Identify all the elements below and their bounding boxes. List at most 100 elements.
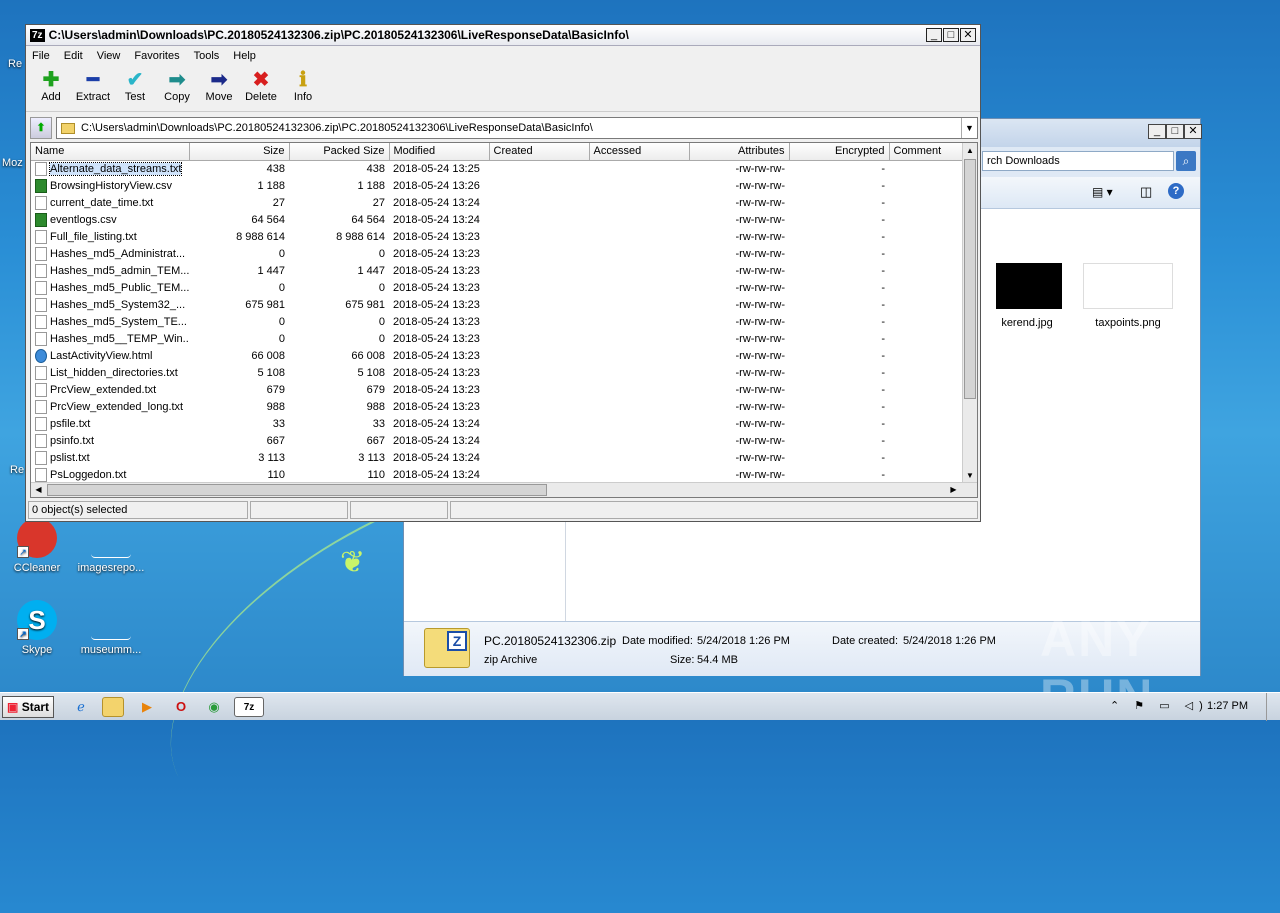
table-row[interactable]: PrcView_extended_long.txt 988 988 2018-05-2… bbox=[31, 398, 965, 415]
table-row[interactable]: psfile.txt 33 33 2018-05-24 13:24 -rw-rw-rw-… bbox=[31, 415, 965, 432]
menu-favorites[interactable]: Favorites bbox=[134, 50, 179, 62]
table-cell bbox=[589, 262, 689, 279]
column-header-size[interactable]: Size bbox=[189, 143, 290, 161]
details-modified: 5/24/2018 1:26 PM bbox=[697, 635, 790, 647]
table-row[interactable]: PsLoggedon.txt 110 110 2018-05-24 13:24 -rw-… bbox=[31, 466, 965, 483]
menu-help[interactable]: Help bbox=[233, 50, 256, 62]
file-explorer-icon[interactable] bbox=[102, 697, 124, 717]
column-header-comment[interactable]: Comment bbox=[889, 143, 966, 161]
show-desktop-button[interactable] bbox=[1266, 693, 1280, 721]
table-row[interactable]: Hashes_md5_System_TE... 0 0 2018-05-24 13:2… bbox=[31, 313, 965, 330]
add-button[interactable]: ✚ Add bbox=[32, 66, 70, 111]
column-header-modified[interactable]: Modified bbox=[389, 143, 490, 161]
table-cell: 0 bbox=[378, 315, 385, 328]
desktop-icon-label: museumm... bbox=[80, 644, 142, 656]
table-row[interactable]: List_hidden_directories.txt 5 108 5 108 201… bbox=[31, 364, 965, 381]
vertical-scrollbar[interactable]: ▲ ▼ bbox=[962, 143, 977, 483]
internet-explorer-icon[interactable]: ℯ bbox=[70, 697, 92, 717]
table-cell: - bbox=[881, 196, 885, 209]
copy-button[interactable]: ➡ Copy bbox=[158, 66, 196, 111]
table-row[interactable]: pslist.txt 3 113 3 113 2018-05-24 13:24 -rw-… bbox=[31, 449, 965, 466]
minimize-button[interactable]: _ bbox=[926, 28, 942, 42]
desktop-icon-imagesrepo[interactable]: imagesrepo... bbox=[76, 518, 146, 574]
table-cell: 2018-05-24 13:23 bbox=[393, 281, 480, 294]
address-input[interactable]: C:\Users\admin\Downloads\PC.201805241323… bbox=[56, 117, 978, 139]
column-header-encrypted[interactable]: Encrypted bbox=[789, 143, 890, 161]
menu-file[interactable]: File bbox=[32, 50, 50, 62]
sevenzip-taskbar-icon[interactable]: 7z bbox=[234, 697, 264, 717]
menu-edit[interactable]: Edit bbox=[64, 50, 83, 62]
file-thumbnail[interactable]: taxpoints.png bbox=[1080, 263, 1176, 329]
scroll-left-icon[interactable]: ◀ bbox=[31, 483, 46, 497]
start-button[interactable]: ▣ Start bbox=[2, 696, 54, 718]
media-player-icon[interactable]: ▶ bbox=[136, 697, 158, 717]
desktop-edge-label: Re bbox=[8, 58, 23, 70]
test-button[interactable]: ✔ Test bbox=[116, 66, 154, 111]
file-name-cell: Hashes_md5_System_TE... bbox=[31, 313, 189, 330]
table-row[interactable]: psinfo.txt 667 667 2018-05-24 13:24 -rw-rw-r… bbox=[31, 432, 965, 449]
table-row[interactable]: PrcView_extended.txt 679 679 2018-05-24 13:… bbox=[31, 381, 965, 398]
scrollbar-thumb[interactable] bbox=[964, 159, 976, 399]
table-cell: 2018-05-24 13:23 bbox=[393, 315, 480, 328]
desktop-icon-ccleaner[interactable]: ↗ CCleaner bbox=[2, 518, 72, 574]
table-cell bbox=[489, 381, 589, 398]
view-options-icon[interactable]: ▤ ▾ bbox=[1092, 185, 1113, 199]
delete-button[interactable]: ✖ Delete bbox=[242, 66, 280, 111]
close-button[interactable]: ✕ bbox=[960, 28, 976, 42]
menu-tools[interactable]: Tools bbox=[194, 50, 220, 62]
clock[interactable]: 1:27 PM bbox=[1207, 700, 1248, 712]
extract-button[interactable]: ━ Extract bbox=[74, 66, 112, 111]
table-cell: 5 108 bbox=[357, 366, 385, 379]
minimize-button[interactable]: _ bbox=[1148, 124, 1166, 139]
column-header-created[interactable]: Created bbox=[489, 143, 590, 161]
table-cell: -rw-rw-rw- bbox=[735, 247, 785, 260]
maximize-button[interactable]: □ bbox=[1166, 124, 1184, 139]
table-row[interactable]: Hashes_md5_System32_... 675 981 675 981 201… bbox=[31, 296, 965, 313]
preview-pane-icon[interactable]: ◫ bbox=[1140, 184, 1152, 200]
table-cell: -rw-rw-rw- bbox=[735, 264, 785, 277]
tray-icons[interactable]: ⌃ ⚑ ▭ ◁) bbox=[1110, 699, 1209, 712]
scroll-up-icon[interactable]: ▲ bbox=[963, 143, 977, 158]
chevron-down-icon[interactable]: ▼ bbox=[961, 118, 977, 138]
table-row[interactable]: Hashes_md5_Administrat... 0 0 2018-05-24 13… bbox=[31, 245, 965, 262]
opera-icon[interactable]: O bbox=[170, 697, 192, 717]
scroll-down-icon[interactable]: ▼ bbox=[963, 468, 977, 483]
menu-view[interactable]: View bbox=[97, 50, 121, 62]
scroll-right-icon[interactable]: ▶ bbox=[946, 483, 961, 497]
text-file-icon bbox=[35, 314, 47, 329]
search-icon[interactable]: ⌕ bbox=[1176, 151, 1196, 171]
scrollbar-thumb[interactable] bbox=[47, 484, 547, 496]
info-button[interactable]: ℹ Info bbox=[284, 66, 322, 111]
table-row[interactable]: BrowsingHistoryView.csv 1 188 1 188 2018-05… bbox=[31, 177, 965, 194]
table-row[interactable]: Hashes_md5__TEMP_Win... 0 0 2018-05-24 13:2… bbox=[31, 330, 965, 347]
table-cell: 0 bbox=[278, 247, 285, 260]
table-cell: -rw-rw-rw- bbox=[735, 332, 785, 345]
column-header-packed-size[interactable]: Packed Size bbox=[289, 143, 390, 161]
table-row[interactable]: Alternate_data_streams.txt 438 438 2018-05-… bbox=[31, 160, 965, 177]
up-folder-icon[interactable]: ⬆ bbox=[30, 117, 52, 139]
search-input[interactable]: rch Downloads bbox=[982, 151, 1174, 171]
column-header-attributes[interactable]: Attributes bbox=[689, 143, 790, 161]
table-row[interactable]: Full_file_listing.txt 8 988 614 8 988 614 2… bbox=[31, 228, 965, 245]
close-button[interactable]: ✕ bbox=[1184, 124, 1202, 139]
table-row[interactable]: current_date_time.txt 27 27 2018-05-24 13:2… bbox=[31, 194, 965, 211]
table-cell: - bbox=[881, 213, 885, 226]
horizontal-scrollbar[interactable]: ◀ ▶ bbox=[31, 482, 977, 497]
table-row[interactable]: eventlogs.csv 64 564 64 564 2018-05-24 13:2… bbox=[31, 211, 965, 228]
column-header-accessed[interactable]: Accessed bbox=[589, 143, 690, 161]
table-cell: - bbox=[881, 451, 885, 464]
table-row[interactable]: Hashes_md5_admin_TEM... 1 447 1 447 2018-05… bbox=[31, 262, 965, 279]
table-row[interactable]: Hashes_md5_Public_TEM... 0 0 2018-05-24 13:… bbox=[31, 279, 965, 296]
desktop-icon-skype[interactable]: S ↗ Skype bbox=[2, 600, 72, 656]
column-header-name[interactable]: Name bbox=[31, 143, 190, 161]
file-thumbnail[interactable]: kerend.jpg bbox=[982, 263, 1072, 329]
chrome-icon[interactable]: ◉ bbox=[203, 697, 225, 717]
help-icon[interactable]: ? bbox=[1168, 183, 1184, 199]
maximize-button[interactable]: □ bbox=[943, 28, 959, 42]
desktop-icon-museumm[interactable]: museumm... bbox=[76, 600, 146, 656]
file-name: PrcView_extended.txt bbox=[50, 383, 157, 396]
move-button[interactable]: ➡ Move bbox=[200, 66, 238, 111]
table-cell: 2018-05-24 13:24 bbox=[393, 468, 480, 481]
table-row[interactable]: LastActivityView.html 66 008 66 008 2018-05… bbox=[31, 347, 965, 364]
text-file-icon bbox=[35, 246, 47, 261]
